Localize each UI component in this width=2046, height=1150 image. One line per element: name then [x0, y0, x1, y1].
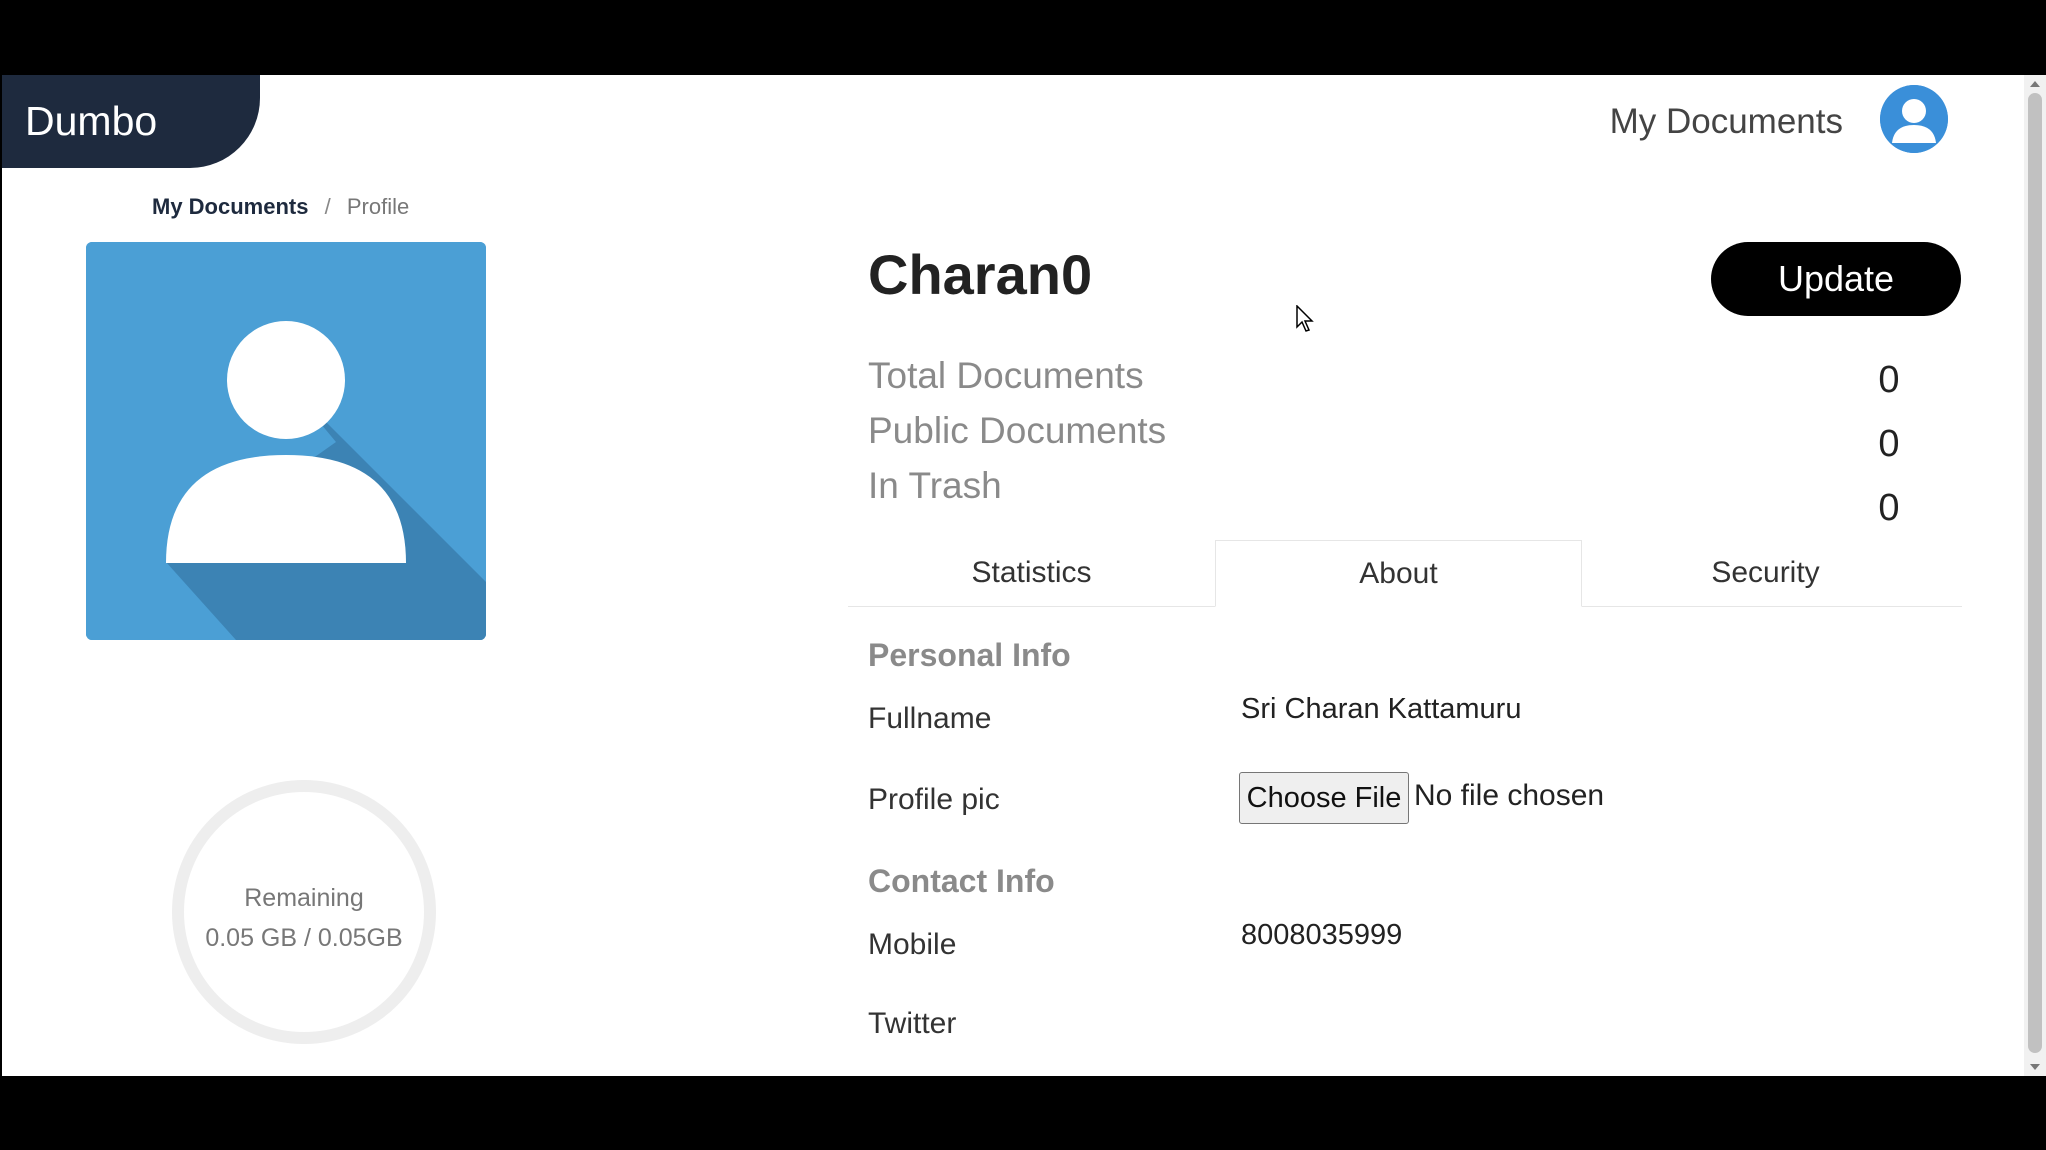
tab-security[interactable]: Security	[1582, 540, 1949, 606]
tab-statistics[interactable]: Statistics	[848, 540, 1215, 606]
scroll-down-icon[interactable]	[2030, 1064, 2040, 1070]
user-avatar-icon[interactable]	[1880, 85, 1948, 153]
stat-in-trash-value: 0	[1878, 487, 1900, 529]
stat-in-trash-label: In Trash	[868, 465, 1002, 506]
choose-file-button[interactable]: Choose File	[1239, 772, 1409, 824]
mouse-cursor-icon	[1296, 305, 1314, 332]
update-button[interactable]: Update	[1711, 242, 1961, 316]
profile-username: Charan0	[868, 243, 1093, 306]
stat-public-documents-value: 0	[1878, 423, 1900, 465]
storage-info: Remaining 0.05 GB / 0.05GB	[170, 798, 438, 958]
breadcrumb: My Documents / Profile	[152, 194, 409, 220]
app-viewport: Dumbo My Documents My Documents / Profil…	[2, 75, 2046, 1076]
breadcrumb-home[interactable]: My Documents	[152, 194, 308, 219]
stat-total-documents-value: 0	[1878, 359, 1900, 401]
tab-about[interactable]: About	[1215, 540, 1582, 607]
scroll-up-icon[interactable]	[2030, 81, 2040, 87]
storage-usage: 0.05 GB / 0.05GB	[205, 924, 403, 952]
nav-my-documents[interactable]: My Documents	[1610, 102, 1843, 142]
file-status: No file chosen	[1414, 779, 1605, 812]
twitter-label: Twitter	[868, 1007, 957, 1040]
profile-pic-label: Profile pic	[868, 783, 1000, 816]
stat-total-documents-label: Total Documents	[868, 355, 1144, 396]
scroll-thumb[interactable]	[2028, 93, 2042, 1053]
stat-public-documents-label: Public Documents	[868, 410, 1167, 451]
breadcrumb-current: Profile	[346, 194, 410, 219]
brand-logo[interactable]: Dumbo	[2, 75, 260, 168]
storage-label: Remaining	[244, 884, 364, 912]
mobile-label: Mobile	[868, 928, 957, 961]
contact-info-heading: Contact Info	[868, 863, 1055, 899]
brand-name: Dumbo	[25, 98, 158, 144]
mobile-value: 8008035999	[1241, 919, 1403, 951]
vertical-scrollbar[interactable]	[2024, 75, 2046, 1076]
personal-info-heading: Personal Info	[868, 637, 1071, 673]
fullname-value: Sri Charan Kattamuru	[1241, 693, 1522, 725]
profile-tabs: Statistics About Security	[848, 540, 1962, 607]
breadcrumb-separator: /	[324, 194, 331, 219]
profile-picture	[86, 242, 486, 640]
fullname-label: Fullname	[868, 702, 992, 735]
